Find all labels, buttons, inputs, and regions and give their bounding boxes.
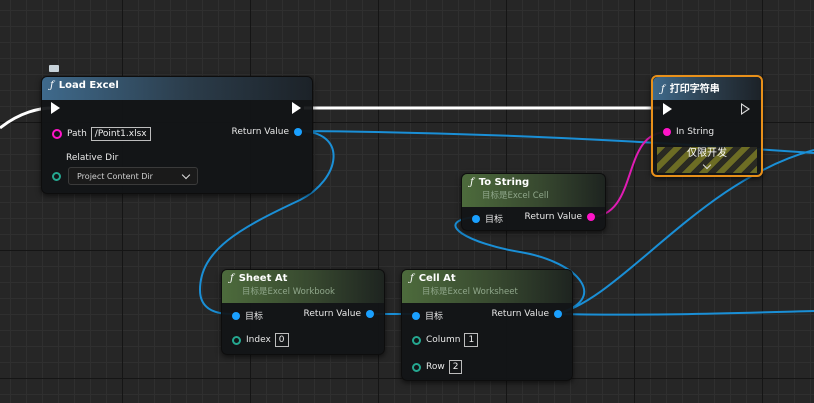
- target-row: 目标: [467, 212, 503, 225]
- in-string-pin[interactable]: [663, 128, 671, 136]
- node-header: ƒ To String 目标是Excel Cell: [462, 174, 605, 207]
- exec-in-icon: [51, 102, 60, 114]
- development-only-banner[interactable]: 仅限开发: [657, 147, 757, 173]
- return-value-row: Return Value: [525, 212, 600, 222]
- return-value-label: Return Value: [231, 127, 289, 137]
- path-pin[interactable]: [52, 129, 62, 139]
- row-pin[interactable]: [412, 362, 421, 372]
- column-pin[interactable]: [412, 335, 421, 345]
- node-header: ƒ Sheet At 目标是Excel Workbook: [222, 270, 384, 303]
- path-label: Path: [67, 129, 87, 139]
- function-icon: ƒ: [410, 273, 414, 284]
- exec-out-pin[interactable]: [292, 102, 301, 114]
- relative-dir-value: Project Content Dir: [77, 171, 153, 181]
- node-load-excel[interactable]: ƒ Load Excel Path /Point1.xlsx Return Val…: [41, 76, 313, 194]
- row-label: Row: [426, 362, 445, 372]
- node-title: Cell At: [418, 273, 456, 284]
- relative-dir-pin[interactable]: [52, 171, 61, 181]
- relative-dir-label: Relative Dir: [66, 153, 119, 163]
- wire-cell-right-2: [555, 310, 814, 316]
- return-value-row: Return Value: [232, 127, 307, 137]
- target-pin[interactable]: [232, 311, 240, 320]
- function-icon: ƒ: [470, 177, 474, 188]
- path-input[interactable]: /Point1.xlsx: [90, 127, 151, 141]
- return-value-pin[interactable]: [366, 310, 374, 318]
- function-icon: ƒ: [661, 84, 665, 95]
- return-value-row: Return Value: [304, 309, 379, 319]
- column-row: Column 1: [407, 333, 479, 347]
- row-input[interactable]: 2: [448, 360, 463, 374]
- in-string-label: In String: [676, 127, 715, 137]
- node-cell-at[interactable]: ƒ Cell At 目标是Excel Worksheet 目标 Return Va…: [401, 269, 573, 381]
- target-label: 目标: [425, 312, 444, 322]
- target-pin[interactable]: [472, 214, 480, 223]
- node-subtitle: 目标是Excel Workbook: [242, 287, 335, 297]
- node-title: Load Excel: [58, 80, 119, 91]
- target-label: 目标: [485, 215, 504, 225]
- node-subtitle: 目标是Excel Cell: [482, 191, 549, 201]
- return-value-row: Return Value: [492, 309, 567, 319]
- target-row: 目标: [227, 309, 263, 322]
- return-value-pin[interactable]: [294, 128, 302, 136]
- node-title: To String: [478, 177, 530, 188]
- return-value-label: Return Value: [303, 309, 361, 319]
- function-icon: ƒ: [230, 273, 234, 284]
- node-header: ƒ Load Excel: [42, 77, 312, 100]
- node-header: ƒ Cell At 目标是Excel Worksheet: [402, 270, 572, 303]
- return-value-label: Return Value: [491, 309, 549, 319]
- exec-in-icon: [663, 103, 672, 115]
- node-subtitle: 目标是Excel Worksheet: [422, 287, 518, 297]
- relative-dir-dropdown[interactable]: Project Content Dir: [68, 167, 198, 185]
- index-label: Index: [246, 335, 271, 345]
- exec-in-pin[interactable]: [663, 103, 672, 115]
- exec-out-pin[interactable]: [741, 103, 750, 115]
- return-value-pin[interactable]: [587, 213, 595, 221]
- path-pin-row: Path /Point1.xlsx: [47, 127, 151, 141]
- exec-out-icon: [292, 102, 301, 114]
- target-label: 目标: [245, 312, 264, 322]
- index-pin[interactable]: [232, 335, 241, 345]
- return-value-label: Return Value: [524, 212, 582, 222]
- relative-dir-row: Relative Dir Project Content Dir: [47, 153, 198, 185]
- index-row: Index 0: [227, 333, 289, 347]
- node-header: ƒ 打印字符串: [653, 77, 761, 100]
- target-row: 目标: [407, 309, 443, 322]
- node-title: Sheet At: [238, 273, 288, 284]
- chevron-down-icon: [181, 170, 191, 179]
- node-print-string[interactable]: ƒ 打印字符串 In String 仅限开发: [651, 75, 763, 177]
- index-input[interactable]: 0: [274, 333, 289, 347]
- node-title: 打印字符串: [669, 84, 720, 95]
- in-string-row: In String: [658, 127, 714, 137]
- return-value-pin[interactable]: [554, 310, 562, 318]
- target-pin[interactable]: [412, 311, 420, 320]
- row-row: Row 2: [407, 360, 463, 374]
- development-only-label: 仅限开发: [687, 148, 727, 159]
- node-sheet-at[interactable]: ƒ Sheet At 目标是Excel Workbook 目标 Return Va…: [221, 269, 385, 355]
- function-icon: ƒ: [50, 80, 54, 91]
- column-input[interactable]: 1: [464, 333, 479, 347]
- chevron-down-icon[interactable]: [702, 160, 712, 170]
- comment-bubble-icon[interactable]: [49, 65, 59, 72]
- node-to-string[interactable]: ƒ To String 目标是Excel Cell 目标 Return Value: [461, 173, 606, 231]
- exec-in-pin[interactable]: [51, 102, 60, 114]
- exec-out-icon: [741, 103, 750, 115]
- column-label: Column: [426, 335, 461, 345]
